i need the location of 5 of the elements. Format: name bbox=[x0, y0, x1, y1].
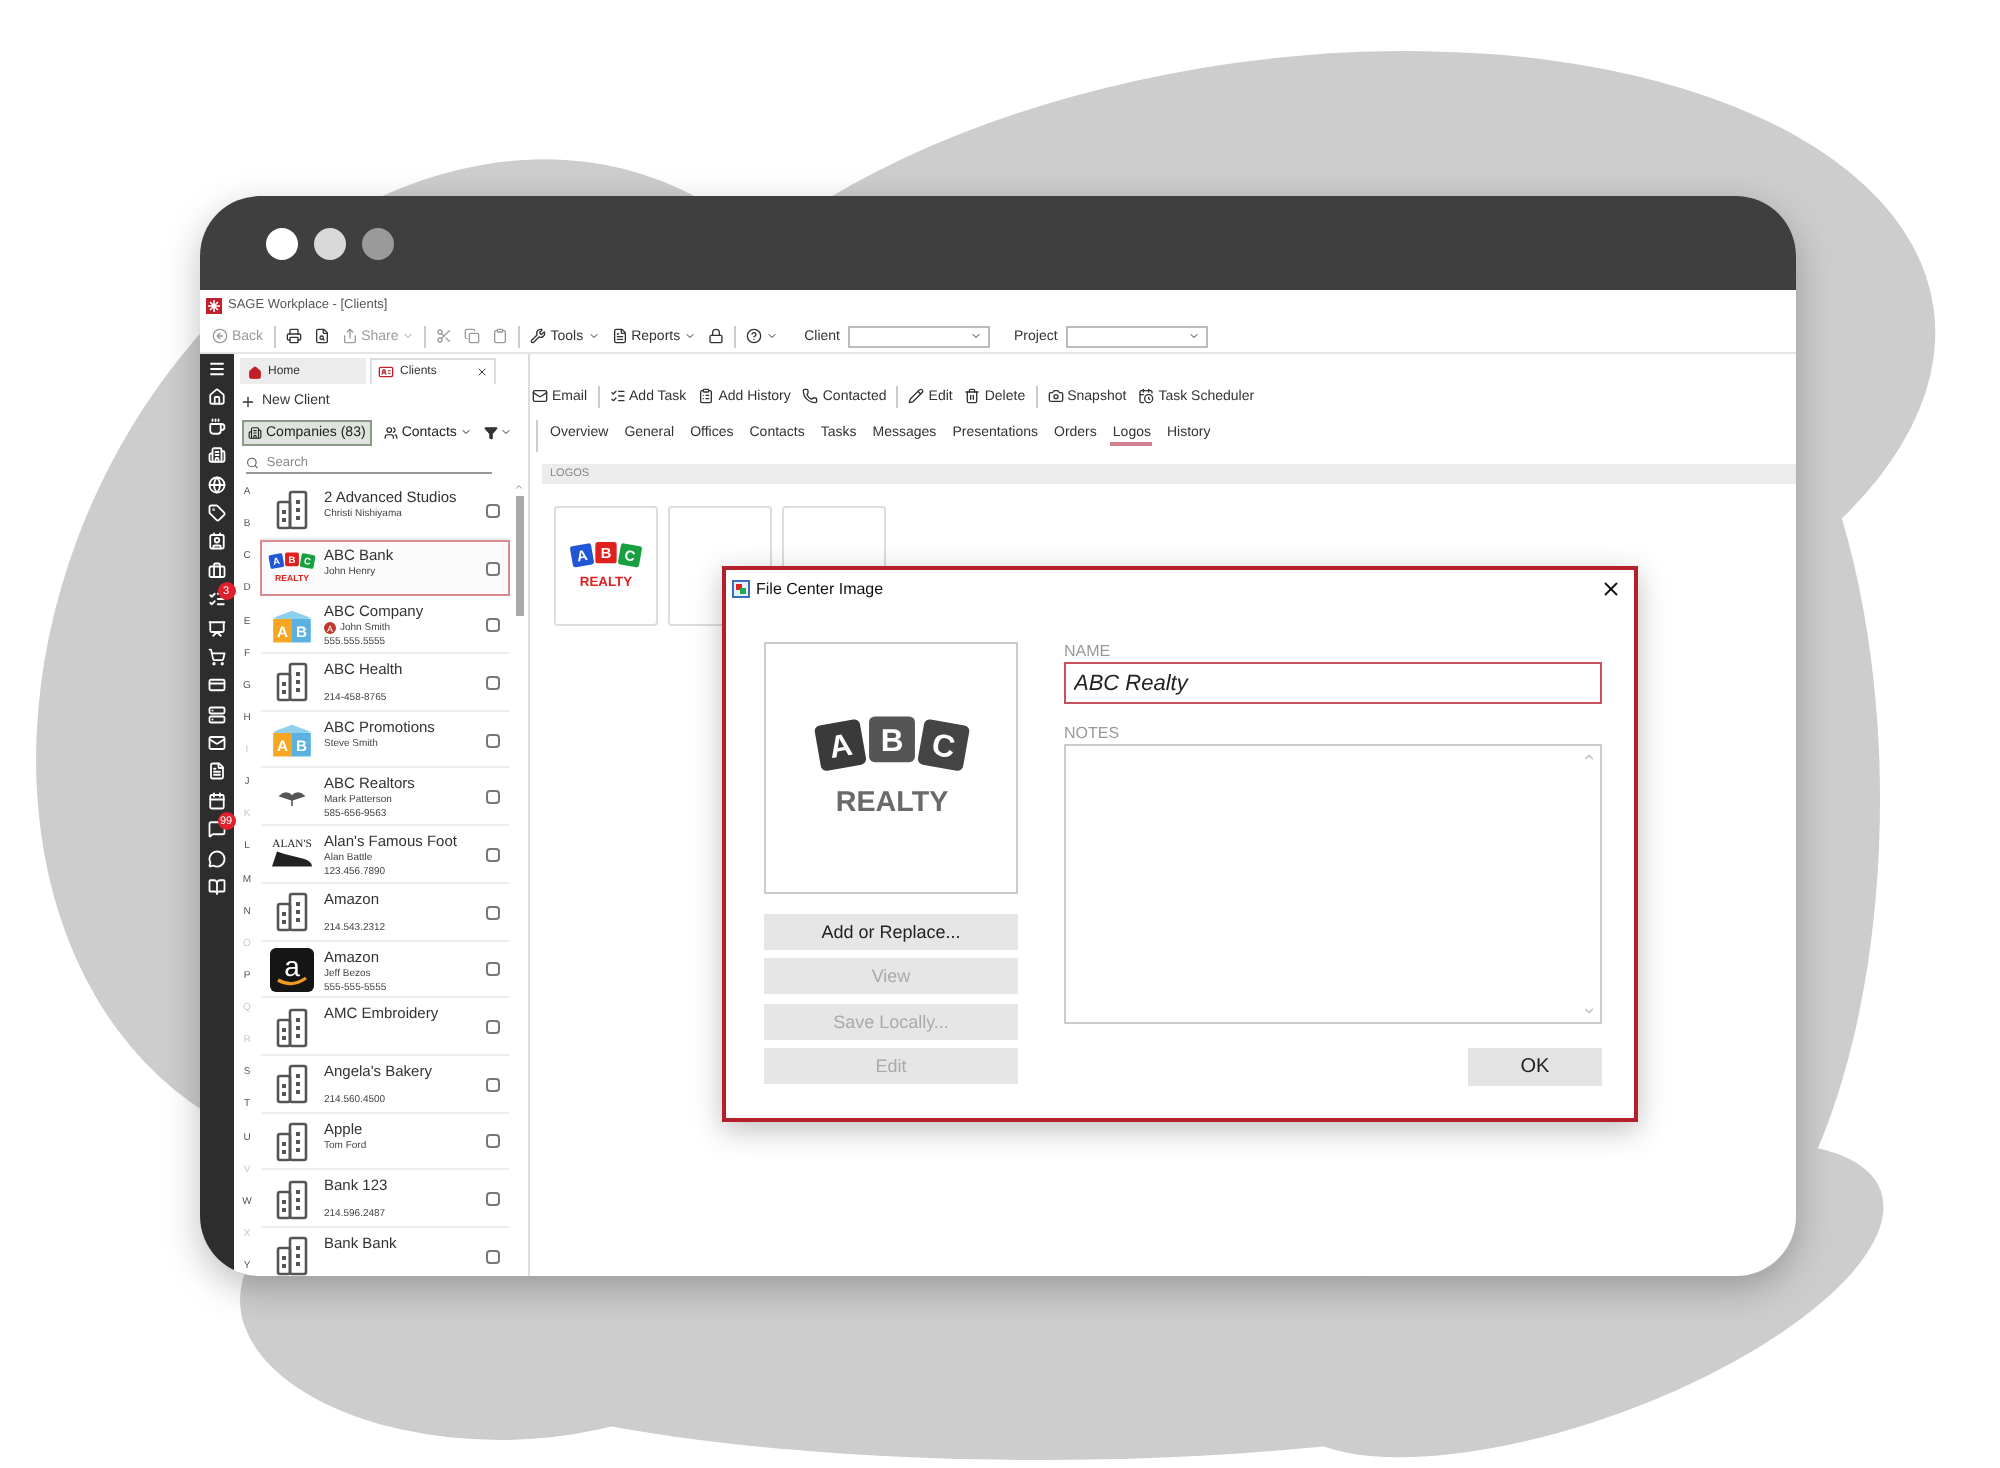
field-label: NOTES bbox=[1064, 724, 1122, 742]
logo-drawing: A B C REALTY bbox=[805, 710, 977, 826]
dialog-title: File Center Image bbox=[756, 580, 884, 598]
field-label: NAME bbox=[1064, 642, 1113, 660]
logo-tile-drawing: a bbox=[270, 947, 314, 992]
